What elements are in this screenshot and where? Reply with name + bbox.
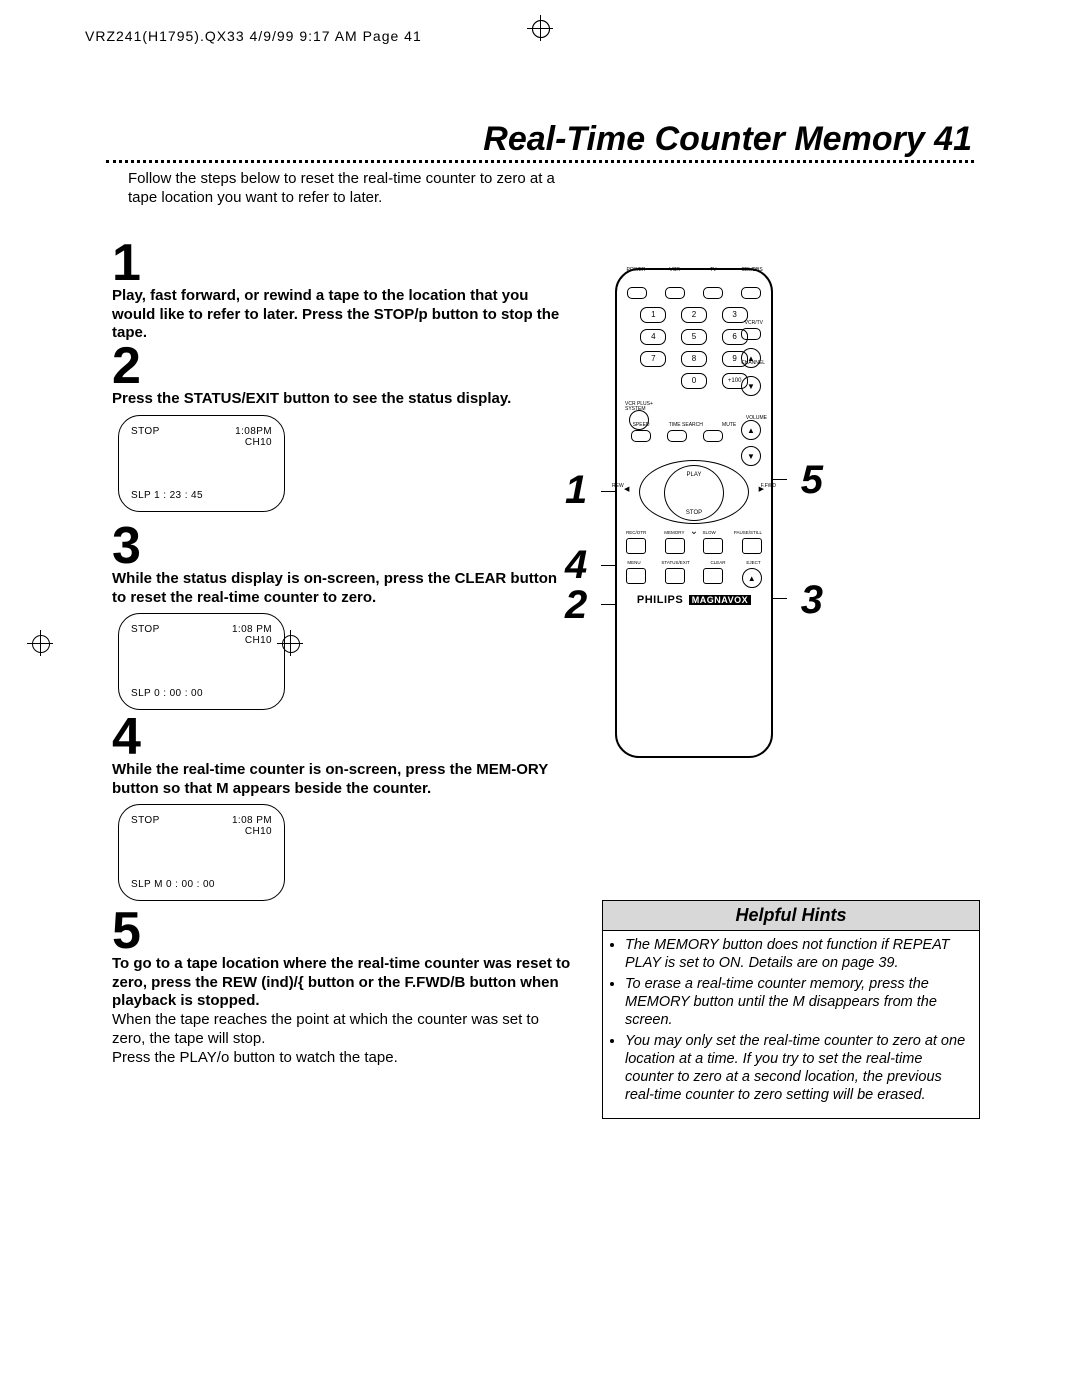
- cbl-dbs-button: [741, 287, 761, 299]
- status4-tl: STOP: [131, 815, 160, 826]
- pause-btn: [742, 538, 762, 554]
- step-4-number: 4: [112, 714, 572, 761]
- status2-bl: SLP 1 : 23 : 45: [131, 490, 203, 501]
- status3-tl: STOP: [131, 624, 160, 635]
- step-3-number: 3: [112, 523, 572, 570]
- step-4-text: While the real-time counter is on-screen…: [112, 761, 572, 799]
- remote-illustration: 1 4 2 5 3 POWER VCR TV CBL/DBS VCR/TV: [615, 268, 773, 758]
- num-8: 8: [681, 351, 707, 367]
- hints-title: Helpful Hints: [603, 901, 979, 931]
- speed-btn: [631, 430, 651, 442]
- step-2-text: Press the STATUS/EXIT button to see the …: [112, 390, 572, 409]
- channel-label: CHANNEL: [741, 360, 765, 366]
- rec-row-buttons: [617, 538, 771, 554]
- vcr-button: [665, 287, 685, 299]
- status3-bl: SLP 0 : 00 : 00: [131, 688, 203, 699]
- hint-1: The MEMORY button does not function if R…: [625, 937, 969, 972]
- memory-btn: [665, 538, 685, 554]
- status-display-4: STOP 1:08 PM CH10 SLP M 0 : 00 : 00: [118, 804, 285, 901]
- tv-button: [703, 287, 723, 299]
- step-2: 2 Press the STATUS/EXIT button to see th…: [112, 335, 572, 512]
- play-inner: PLAY STOP: [664, 465, 724, 521]
- stop-label: STOP: [686, 510, 702, 516]
- vcrtv-label: VCR/TV: [745, 320, 763, 326]
- status4-tr: 1:08 PM CH10: [232, 815, 272, 837]
- rew-label: REW: [612, 483, 624, 489]
- step-2-number: 2: [112, 343, 572, 390]
- callout-4: 4: [565, 543, 587, 588]
- menu-row-labels: MENU STATUS/EXIT CLEAR EJECT: [617, 560, 771, 565]
- play-control-disc: PLAY STOP REW F.FWD ◀ ▶ ⌄: [639, 460, 749, 524]
- callout-2: 2: [565, 583, 587, 628]
- play-label: PLAY: [687, 472, 702, 478]
- timesearch-btn: [667, 430, 687, 442]
- num-4: 4: [640, 329, 666, 345]
- num-7: 7: [640, 351, 666, 367]
- remote-body: POWER VCR TV CBL/DBS VCR/TV 1 2 3 4 5 6 …: [615, 268, 773, 758]
- slow-btn: [703, 538, 723, 554]
- page-title: Real-Time Counter Memory 41: [483, 120, 972, 159]
- num-5: 5: [681, 329, 707, 345]
- status3-tr: 1:08 PM CH10: [232, 624, 272, 646]
- num-1: 1: [640, 307, 666, 323]
- num-0: 0: [681, 373, 707, 389]
- hints-body: The MEMORY button does not function if R…: [603, 931, 979, 1118]
- eject-btn: ▲: [742, 568, 762, 588]
- rec-otr-btn: [626, 538, 646, 554]
- step-3-text: While the status display is on-screen, p…: [112, 570, 572, 608]
- status2-tr: 1:08PM CH10: [235, 426, 272, 448]
- clear-btn: [703, 568, 723, 584]
- title-divider: [106, 160, 974, 163]
- step-1: 1 Play, fast forward, or rewind a tape t…: [112, 232, 572, 343]
- step-5-p2: Press the PLAY/o button to watch the tap…: [112, 1049, 572, 1068]
- step-5-text: To go to a tape location where the real-…: [112, 955, 572, 1011]
- menu-btn: [626, 568, 646, 584]
- hint-3: You may only set the real-time counter t…: [625, 1033, 969, 1104]
- menu-row-buttons: ▲: [617, 568, 771, 588]
- num-2: 2: [681, 307, 707, 323]
- status-display-3: STOP 1:08 PM CH10 SLP 0 : 00 : 00: [118, 613, 285, 710]
- callout-1: 1: [565, 468, 587, 513]
- manual-page: VRZ241(H1795).QX33 4/9/99 9:17 AM Page 4…: [0, 0, 1080, 1397]
- rec-row-labels: REC/OTR MEMORY SLOW PAUSE/STILL: [617, 530, 771, 535]
- step-5: 5 To go to a tape location where the rea…: [112, 900, 572, 1067]
- page-header: VRZ241(H1795).QX33 4/9/99 9:17 AM Page 4…: [85, 28, 422, 44]
- ch-down: ▼: [741, 376, 761, 396]
- mute-btn: [703, 430, 723, 442]
- rew-icon: ◀: [624, 485, 629, 493]
- status-display-2: STOP 1:08PM CH10 SLP 1 : 23 : 45: [118, 415, 285, 512]
- vol-down: ▼: [741, 446, 761, 466]
- status4-bl: SLP M 0 : 00 : 00: [131, 879, 215, 890]
- vcrtv-btn: [741, 328, 761, 340]
- step-5-number: 5: [112, 908, 572, 955]
- status2-tl: STOP: [131, 426, 160, 437]
- callout-3: 3: [801, 578, 823, 623]
- remote-brand: PHILIPS MAGNAVOX: [617, 594, 771, 606]
- step-5-p1: When the tape reaches the point at which…: [112, 1011, 572, 1049]
- callout-5: 5: [801, 458, 823, 503]
- step-4: 4 While the real-time counter is on-scre…: [112, 706, 572, 901]
- helpful-hints-box: Helpful Hints The MEMORY button does not…: [602, 900, 980, 1119]
- mid-buttons: [617, 430, 771, 442]
- step-3: 3 While the status display is on-screen,…: [112, 515, 572, 710]
- mid-labels: SPEED TIME SEARCH MUTE: [617, 422, 771, 428]
- hint-2: To erase a real-time counter memory, pre…: [625, 976, 969, 1029]
- intro-text: Follow the steps below to reset the real…: [128, 170, 588, 208]
- fwd-icon: ▶: [759, 485, 764, 493]
- power-button: [627, 287, 647, 299]
- remote-top-buttons: [617, 273, 771, 301]
- status-exit-btn: [665, 568, 685, 584]
- step-1-number: 1: [112, 240, 572, 287]
